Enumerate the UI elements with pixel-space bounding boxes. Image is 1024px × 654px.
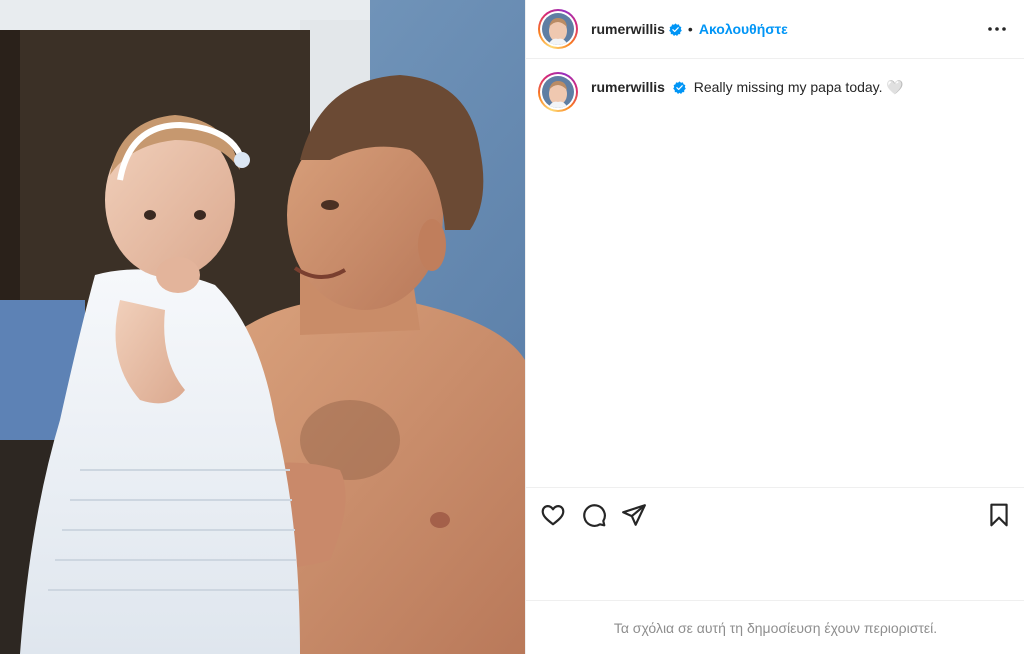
comments-restricted-text: Τα σχόλια σε αυτή τη δημοσίευση έχουν πε… xyxy=(613,619,938,636)
avatar-image xyxy=(542,76,574,108)
avatar[interactable] xyxy=(538,9,578,49)
caption-text-block: rumerwillis Really missing my papa today… xyxy=(591,78,904,96)
photo-father-and-baby xyxy=(0,0,525,654)
post-caption: rumerwillis Really missing my papa today… xyxy=(538,72,1008,112)
instagram-post: rumerwillis • Ακολουθήστε rumerwillis Re… xyxy=(0,0,1024,654)
share-icon[interactable] xyxy=(621,502,647,528)
heart-icon[interactable] xyxy=(540,502,566,528)
verified-badge-icon xyxy=(673,81,686,94)
author-username[interactable]: rumerwillis xyxy=(591,21,665,37)
caption-body: Really missing my papa today. 🤍 xyxy=(693,79,904,95)
post-header: rumerwillis • Ακολουθήστε xyxy=(526,0,1024,59)
follow-button[interactable]: Ακολουθήστε xyxy=(699,21,788,37)
more-options-icon[interactable] xyxy=(985,19,1009,39)
avatar-image xyxy=(542,13,574,45)
post-side-panel: rumerwillis • Ακολουθήστε rumerwillis Re… xyxy=(525,0,1024,654)
comments-restricted-notice: Τα σχόλια σε αυτή τη δημοσίευση έχουν πε… xyxy=(526,600,1024,654)
caption-avatar[interactable] xyxy=(538,72,578,112)
comment-icon[interactable] xyxy=(581,502,607,528)
caption-username[interactable]: rumerwillis xyxy=(591,79,665,95)
verified-badge-icon xyxy=(669,22,682,36)
post-photo[interactable] xyxy=(0,0,525,654)
header-separator: • xyxy=(687,21,693,37)
post-action-bar xyxy=(526,487,1024,542)
bookmark-icon[interactable] xyxy=(986,502,1012,528)
